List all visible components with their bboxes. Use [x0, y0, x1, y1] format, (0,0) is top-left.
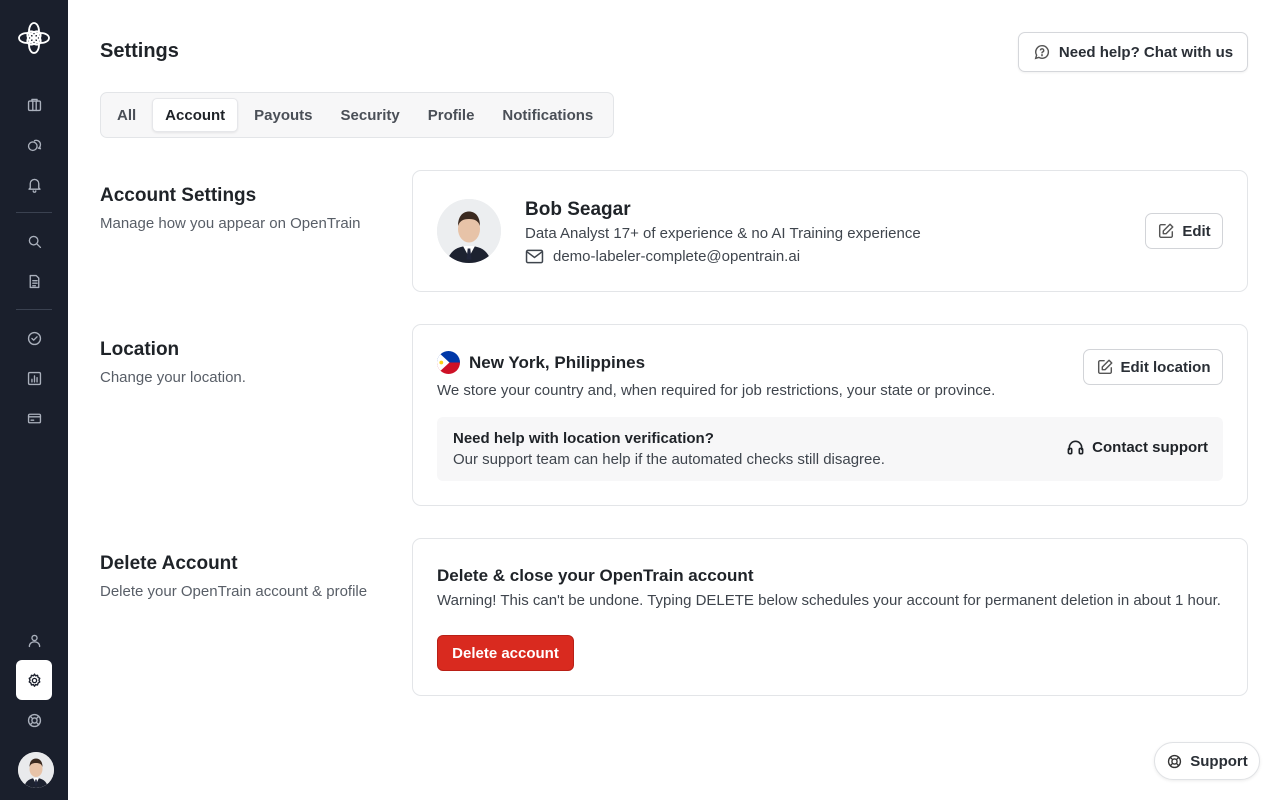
bar-chart-icon	[27, 371, 41, 385]
mail-icon	[525, 249, 544, 264]
lifebuoy-icon	[27, 713, 41, 727]
location-place-text: New York, Philippines	[469, 352, 646, 372]
account-email-text: demo-labeler-complete@opentrain.ai	[553, 248, 801, 265]
sidebar-item-notifications[interactable]	[16, 166, 52, 202]
headset-icon	[1067, 440, 1084, 455]
user-icon	[28, 634, 40, 647]
sidebar-item-settings[interactable]	[16, 660, 52, 700]
sidebar-item-documents[interactable]	[16, 263, 52, 299]
account-card: Bob Seagar Data Analyst 17+ of experienc…	[412, 170, 1248, 292]
edit-account-label: Edit	[1182, 222, 1211, 240]
delete-section-desc: Delete your OpenTrain account & profile	[100, 583, 368, 600]
edit-location-label: Edit location	[1120, 358, 1211, 376]
sidebar-item-payments[interactable]	[16, 400, 52, 436]
location-desc: We store your country and, when required…	[437, 382, 996, 399]
bell-icon	[27, 178, 41, 193]
delete-account-button[interactable]: Delete account	[437, 635, 574, 671]
search-icon	[28, 235, 41, 248]
sidebar-divider	[16, 309, 52, 310]
location-place: New York, Philippines	[437, 351, 645, 374]
philippines-flag-icon	[437, 351, 460, 374]
sidebar-item-jobs[interactable]	[16, 86, 52, 122]
sidebar-item-help[interactable]	[16, 702, 52, 738]
edit-account-button[interactable]: Edit	[1145, 213, 1223, 249]
sidebar-divider	[16, 212, 52, 213]
contact-support-label: Contact support	[1092, 439, 1208, 456]
tab-payouts[interactable]: Payouts	[242, 98, 324, 132]
document-icon	[29, 274, 39, 288]
sidebar-item-search[interactable]	[16, 223, 52, 259]
tab-account[interactable]: Account	[152, 98, 239, 132]
account-name: Bob Seagar	[525, 199, 631, 220]
sidebar	[0, 0, 68, 800]
delete-card-desc: Warning! This can't be undone. Typing DE…	[437, 592, 1221, 609]
account-role: Data Analyst 17+ of experience & no AI T…	[525, 225, 921, 242]
account-section-title: Account Settings	[100, 185, 257, 206]
support-label: Support	[1190, 752, 1248, 770]
location-section-desc: Change your location.	[100, 369, 246, 386]
sidebar-item-tasks[interactable]	[16, 320, 52, 356]
chat-bubbles-icon	[27, 139, 41, 151]
tab-notifications[interactable]: Notifications	[490, 98, 605, 132]
sidebar-item-profile[interactable]	[16, 622, 52, 658]
settings-tabs: All Account Payouts Security Profile Not…	[100, 92, 615, 138]
account-section-desc: Manage how you appear on OpenTrain	[100, 215, 361, 232]
tab-profile[interactable]: Profile	[416, 98, 487, 132]
tab-security[interactable]: Security	[329, 98, 412, 132]
edit-icon	[1097, 359, 1112, 375]
briefcase-icon	[27, 98, 41, 111]
page-title: Settings	[100, 40, 179, 62]
location-card: New York, Philippines We store your coun…	[412, 324, 1248, 506]
lifebuoy-icon	[1168, 754, 1182, 768]
delete-section-title: Delete Account	[100, 553, 238, 574]
delete-card-title: Delete & close your OpenTrain account	[437, 566, 754, 585]
chat-help-icon	[1034, 44, 1050, 60]
tab-all[interactable]: All	[105, 98, 148, 132]
flower-logo-icon[interactable]	[17, 21, 51, 55]
location-help-desc: Our support team can help if the automat…	[453, 451, 885, 468]
account-email: demo-labeler-complete@opentrain.ai	[525, 248, 800, 265]
sidebar-item-analytics[interactable]	[16, 360, 52, 396]
support-button[interactable]: Support	[1154, 742, 1260, 780]
chat-help-label: Need help? Chat with us	[1058, 43, 1234, 61]
profile-avatar	[437, 199, 501, 263]
contact-support-button[interactable]: Contact support	[1066, 438, 1208, 457]
edit-location-button[interactable]: Edit location	[1083, 349, 1223, 385]
location-help-box: Need help with location verification? Ou…	[437, 417, 1223, 481]
delete-card: Delete & close your OpenTrain account Wa…	[412, 538, 1248, 696]
credit-card-icon	[27, 413, 41, 423]
location-section-title: Location	[100, 339, 180, 360]
avatar[interactable]	[18, 752, 54, 788]
gear-icon	[28, 672, 40, 687]
location-help-title: Need help with location verification?	[453, 430, 714, 447]
edit-icon	[1159, 223, 1174, 239]
check-circle-icon	[27, 331, 41, 345]
sidebar-item-messages[interactable]	[16, 126, 52, 162]
chat-help-button[interactable]: Need help? Chat with us	[1018, 32, 1248, 72]
